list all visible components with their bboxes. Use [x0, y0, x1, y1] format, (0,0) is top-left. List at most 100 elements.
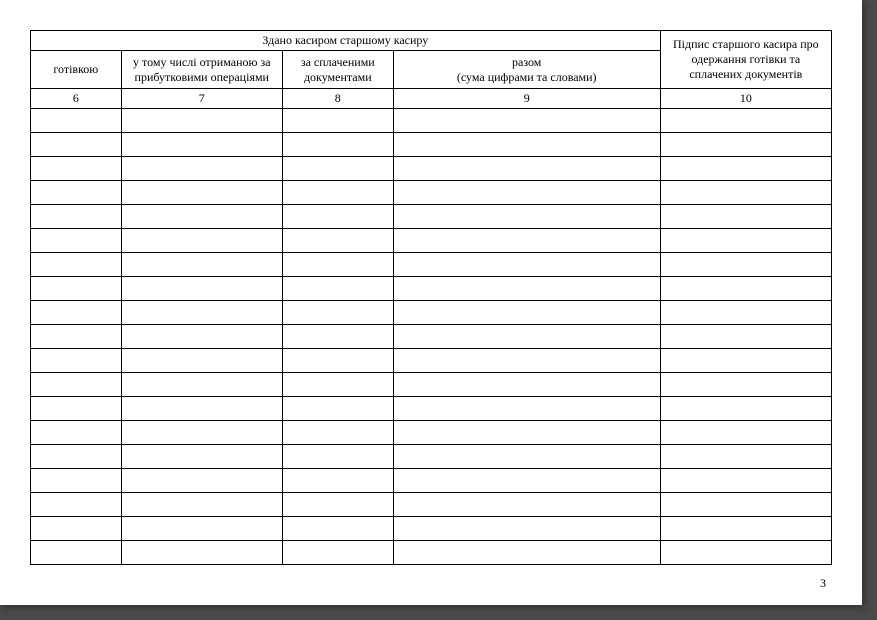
table-cell: [393, 205, 660, 229]
table-cell: [393, 421, 660, 445]
table-cell: [282, 253, 393, 277]
table-cell: [660, 469, 831, 493]
table-cell: [393, 157, 660, 181]
table-cell: [393, 445, 660, 469]
table-cell: [660, 277, 831, 301]
table-cell: [121, 181, 282, 205]
group-header: Здано касиром старшому касиру: [31, 31, 661, 51]
table-cell: [660, 541, 831, 565]
table-cell: [393, 277, 660, 301]
table-cell: [31, 253, 122, 277]
table-cell: [121, 493, 282, 517]
table-row: [31, 373, 832, 397]
table-cell: [31, 373, 122, 397]
table-cell: [121, 253, 282, 277]
table-cell: [660, 517, 831, 541]
table-cell: [121, 205, 282, 229]
table-cell: [121, 541, 282, 565]
table-cell: [393, 109, 660, 133]
col-num-6: 6: [31, 89, 122, 109]
table-cell: [282, 277, 393, 301]
table-cell: [660, 133, 831, 157]
table-cell: [121, 109, 282, 133]
table-cell: [31, 493, 122, 517]
table-cell: [121, 229, 282, 253]
col-received-header: у тому числі отриманою за прибутковими о…: [121, 51, 282, 89]
table-cell: [660, 349, 831, 373]
table-row: [31, 541, 832, 565]
table-cell: [121, 277, 282, 301]
table-cell: [31, 133, 122, 157]
table-cell: [121, 133, 282, 157]
table-cell: [31, 469, 122, 493]
table-cell: [393, 325, 660, 349]
table-cell: [393, 181, 660, 205]
table-row: [31, 133, 832, 157]
table-cell: [393, 469, 660, 493]
table-cell: [660, 181, 831, 205]
table-cell: [393, 301, 660, 325]
table-cell: [660, 493, 831, 517]
table-row: [31, 277, 832, 301]
table-cell: [282, 109, 393, 133]
table-cell: [31, 229, 122, 253]
col-paid-docs-header: за сплаченими документами: [282, 51, 393, 89]
table-cell: [31, 109, 122, 133]
table-row: [31, 301, 832, 325]
table-cell: [393, 373, 660, 397]
table-cell: [282, 325, 393, 349]
table-cell: [282, 205, 393, 229]
col-num-10: 10: [660, 89, 831, 109]
table-cell: [393, 541, 660, 565]
table-cell: [282, 229, 393, 253]
page-number: 3: [820, 576, 826, 591]
table-cell: [121, 301, 282, 325]
table-cell: [31, 349, 122, 373]
table-cell: [282, 397, 393, 421]
table-cell: [393, 349, 660, 373]
col-signature-header: Підпис старшого касира про одержання гот…: [660, 31, 831, 89]
table-row: [31, 493, 832, 517]
table-cell: [282, 493, 393, 517]
table-cell: [31, 277, 122, 301]
table-cell: [121, 157, 282, 181]
col-num-8: 8: [282, 89, 393, 109]
table-cell: [121, 421, 282, 445]
table-cell: [31, 421, 122, 445]
table-cell: [121, 373, 282, 397]
table-cell: [393, 493, 660, 517]
table-cell: [393, 397, 660, 421]
table-row: [31, 205, 832, 229]
table-row: [31, 181, 832, 205]
table-row: [31, 157, 832, 181]
table-cell: [282, 373, 393, 397]
table-cell: [31, 325, 122, 349]
table-row: [31, 397, 832, 421]
table-cell: [121, 445, 282, 469]
table-cell: [282, 421, 393, 445]
table-cell: [660, 325, 831, 349]
table-cell: [660, 157, 831, 181]
table-cell: [282, 157, 393, 181]
table-cell: [393, 133, 660, 157]
table-cell: [31, 397, 122, 421]
table-cell: [660, 445, 831, 469]
table-row: [31, 517, 832, 541]
table-cell: [31, 517, 122, 541]
table-cell: [282, 181, 393, 205]
table-cell: [660, 205, 831, 229]
document-page: Здано касиром старшому касиру Підпис ста…: [0, 0, 862, 605]
table-cell: [282, 133, 393, 157]
table-row: [31, 229, 832, 253]
table-cell: [121, 397, 282, 421]
col-total-header: разом (сума цифрами та словами): [393, 51, 660, 89]
table-row: [31, 445, 832, 469]
table-cell: [660, 229, 831, 253]
table-cell: [31, 301, 122, 325]
table-cell: [31, 157, 122, 181]
table-cell: [121, 469, 282, 493]
table-row: [31, 253, 832, 277]
table-cell: [121, 325, 282, 349]
col-num-9: 9: [393, 89, 660, 109]
table-cell: [282, 349, 393, 373]
